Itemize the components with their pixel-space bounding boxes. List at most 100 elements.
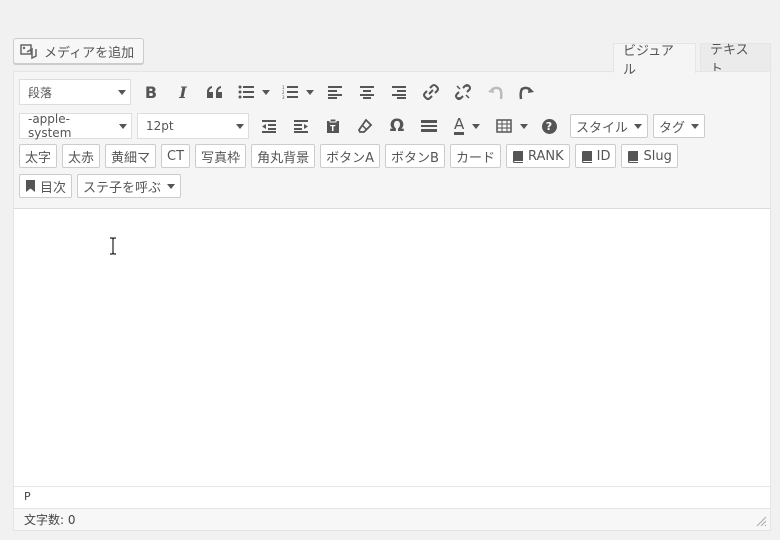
numbered-list-icon: 123 — [282, 85, 298, 99]
id-label: ID — [596, 148, 611, 164]
bold-red-button[interactable]: 太赤 — [62, 144, 101, 168]
slug-button[interactable]: Slug — [621, 144, 678, 168]
quote-icon — [207, 86, 222, 98]
chevron-down-icon — [520, 123, 528, 129]
button-a-label: ボタンA — [326, 150, 375, 166]
italic-button[interactable]: I — [168, 79, 198, 105]
editor-toolbar: 段落 B I 123 -apple-system 12pt T Ω A ? スタ… — [14, 72, 770, 209]
align-left-icon — [328, 86, 342, 99]
yellow-marker-button[interactable]: 黄細マ — [105, 144, 157, 168]
table-icon — [496, 119, 512, 133]
format-select-value: 段落 — [28, 85, 53, 100]
redo-icon — [519, 86, 534, 100]
redo-button[interactable] — [512, 79, 542, 105]
book-icon — [628, 150, 639, 163]
align-left-button[interactable] — [320, 79, 350, 105]
tab-text[interactable]: テキスト — [700, 43, 771, 77]
svg-text:T: T — [330, 124, 336, 133]
table-button[interactable] — [490, 113, 532, 139]
clear-formatting-button[interactable] — [350, 113, 380, 139]
help-button[interactable]: ? — [534, 113, 564, 139]
chevron-down-icon — [262, 89, 270, 95]
outdent-button[interactable] — [254, 113, 284, 139]
bold-style-button[interactable]: 太字 — [19, 144, 58, 168]
text-cursor-icon — [110, 237, 116, 255]
bullet-list-icon — [238, 85, 254, 99]
id-button[interactable]: ID — [574, 144, 617, 168]
bullet-list-button[interactable] — [232, 79, 274, 105]
font-size-select[interactable]: 12pt — [137, 113, 249, 139]
toc-label: 目次 — [40, 180, 67, 196]
align-center-button[interactable] — [352, 79, 382, 105]
slug-label: Slug — [643, 148, 672, 164]
element-path[interactable]: P — [14, 486, 770, 507]
button-b-label: ボタンB — [391, 150, 439, 166]
outdent-icon — [262, 120, 276, 133]
horizontal-line-button[interactable] — [414, 113, 444, 139]
card-label: カード — [455, 150, 495, 166]
tab-visual[interactable]: ビジュアル — [613, 43, 696, 78]
status-bar: 文字数: 0 — [14, 508, 770, 530]
button-b-button[interactable]: ボタンB — [385, 144, 445, 168]
staff-select[interactable]: ステ子を呼ぶ — [77, 174, 182, 198]
undo-button[interactable] — [480, 79, 510, 105]
element-path-label: P — [24, 490, 31, 503]
tag-dropdown-label: タグ — [659, 120, 686, 136]
italic-icon: I — [179, 82, 187, 102]
font-family-value: -apple-system — [28, 112, 72, 140]
word-count: 文字数: 0 — [24, 513, 76, 527]
button-a-button[interactable]: ボタンA — [320, 144, 381, 168]
yellow-marker-label: 黄細マ — [111, 150, 151, 166]
chevron-down-icon — [472, 123, 481, 129]
indent-button[interactable] — [286, 113, 316, 139]
unlink-button[interactable] — [448, 79, 478, 105]
rounded-bg-label: 角丸背景 — [257, 150, 310, 166]
toc-button[interactable]: 目次 — [19, 174, 73, 198]
align-right-button[interactable] — [384, 79, 414, 105]
style-dropdown-button[interactable]: スタイル — [570, 114, 649, 138]
help-icon: ? — [541, 118, 557, 134]
tag-dropdown-button[interactable]: タグ — [653, 114, 706, 138]
align-center-icon — [360, 86, 374, 99]
chevron-down-icon — [691, 123, 700, 129]
font-size-value: 12pt — [146, 119, 174, 133]
format-select[interactable]: 段落 — [19, 79, 131, 105]
toolbar-row-4: 目次 ステ子を呼ぶ — [19, 174, 186, 198]
rank-label: RANK — [527, 148, 564, 164]
card-button[interactable]: カード — [449, 144, 501, 168]
clipboard-icon: T — [327, 118, 339, 133]
rounded-bg-button[interactable]: 角丸背景 — [251, 144, 316, 168]
photo-frame-button[interactable]: 写真枠 — [195, 144, 247, 168]
numbered-list-button[interactable]: 123 — [276, 79, 318, 105]
rank-button[interactable]: RANK — [505, 144, 570, 168]
toolbar-row-2: -apple-system 12pt T Ω A ? スタイル タグ — [19, 112, 710, 140]
bold-button[interactable]: B — [136, 79, 166, 105]
bookmark-icon — [26, 180, 35, 192]
style-dropdown-label: スタイル — [576, 120, 629, 136]
add-media-label: メディアを追加 — [44, 45, 135, 61]
font-family-select[interactable]: -apple-system — [19, 112, 132, 140]
horizontal-line-icon — [421, 120, 437, 132]
editor-content-area[interactable] — [14, 209, 770, 486]
chevron-down-icon — [118, 89, 126, 95]
align-right-icon — [392, 86, 406, 99]
text-color-button[interactable]: A — [446, 113, 488, 139]
book-icon — [581, 150, 592, 163]
ct-label: CT — [167, 148, 185, 164]
chevron-down-icon — [236, 123, 244, 129]
media-icon — [20, 44, 37, 59]
editor-container: 段落 B I 123 -apple-system 12pt T Ω A ? スタ… — [13, 71, 771, 531]
resize-grip-icon[interactable] — [756, 516, 767, 527]
insert-link-button[interactable] — [416, 79, 446, 105]
blockquote-button[interactable] — [200, 79, 230, 105]
add-media-button[interactable]: メディアを追加 — [13, 38, 145, 64]
paste-text-button[interactable]: T — [318, 113, 348, 139]
ct-button[interactable]: CT — [161, 144, 191, 168]
chevron-down-icon — [306, 89, 314, 95]
book-icon — [512, 150, 523, 163]
staff-select-label: ステ子を呼ぶ — [83, 180, 162, 196]
bold-icon: B — [144, 82, 158, 102]
toolbar-row-1: 段落 B I 123 — [19, 79, 544, 105]
indent-icon — [294, 120, 308, 133]
special-character-button[interactable]: Ω — [382, 113, 412, 139]
